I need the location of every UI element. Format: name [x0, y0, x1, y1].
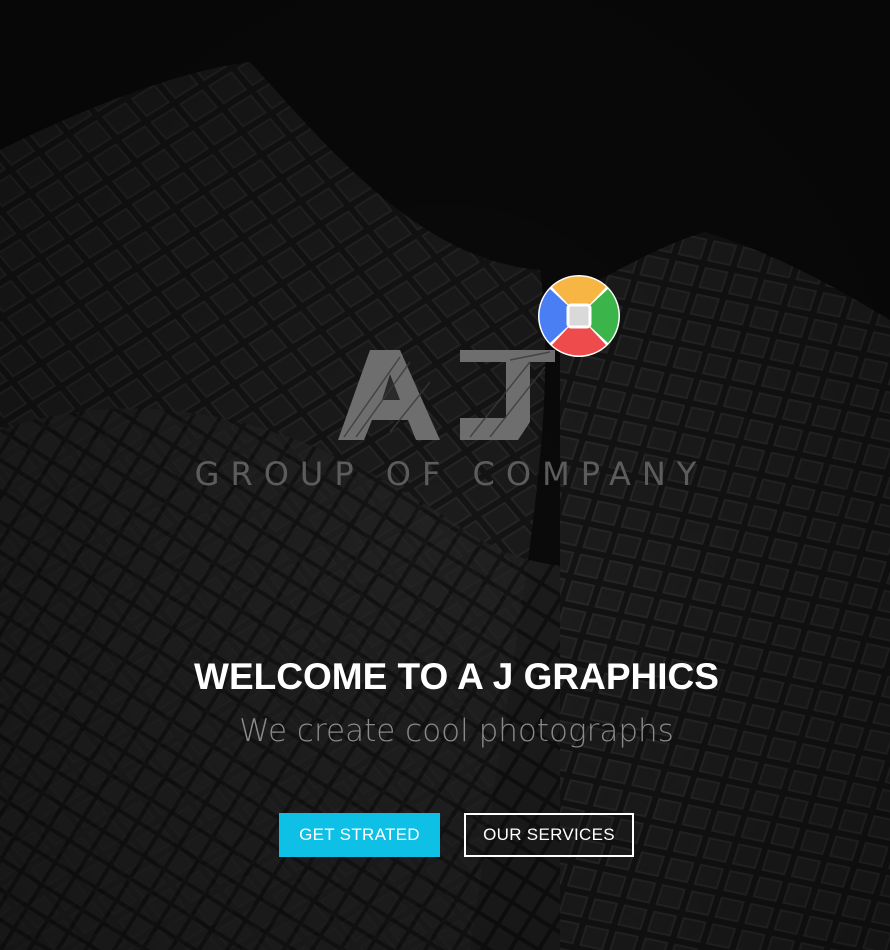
hero-title: WELCOME TO A J GRAPHICS — [194, 656, 719, 697]
hero-subtitle: We create cool photographs — [239, 713, 674, 749]
get-started-button[interactable]: GET STRATED — [279, 813, 440, 857]
aj-logo — [338, 275, 620, 440]
color-badge-icon — [538, 275, 620, 357]
logo-tagline: GROUP OF COMPANY — [194, 455, 708, 493]
hero-section: GROUP OF COMPANY WELCOME TO A J GRAPHICS… — [0, 0, 890, 950]
our-services-button[interactable]: OUR SERVICES — [464, 813, 634, 857]
